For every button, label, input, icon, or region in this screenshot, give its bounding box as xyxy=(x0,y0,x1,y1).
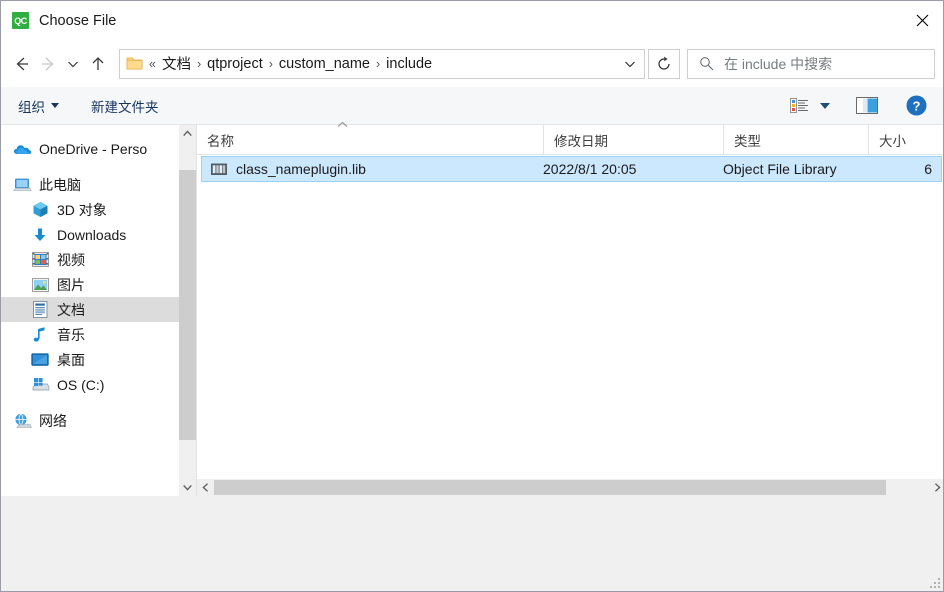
navigation-pane: OneDrive - Perso 此电脑 3D 对象 Downloads 视频 … xyxy=(1,125,179,496)
this-pc-icon xyxy=(12,176,32,194)
window-title: Choose File xyxy=(39,12,117,29)
refresh-icon[interactable] xyxy=(648,48,680,79)
sidebar-item-music[interactable]: 音乐 xyxy=(1,322,179,347)
help-icon[interactable]: ? xyxy=(906,95,927,116)
navigation-bar: « 文档 › qtproject › custom_name › include… xyxy=(1,40,943,87)
column-header-type[interactable]: 类型 xyxy=(724,124,869,155)
local-disk-icon xyxy=(30,376,50,394)
preview-pane-icon[interactable] xyxy=(856,97,878,114)
recent-locations-chevron-icon[interactable] xyxy=(61,49,85,79)
dialog-body: OneDrive - Perso 此电脑 3D 对象 Downloads 视频 … xyxy=(1,121,943,496)
sidebar-item-label: 桌面 xyxy=(57,351,85,368)
breadcrumb-item-qtproject[interactable]: qtproject xyxy=(207,56,263,72)
sidebar-item-label: 文档 xyxy=(57,301,85,318)
library-file-icon xyxy=(211,162,227,176)
sidebar-item-label: 此电脑 xyxy=(39,176,81,193)
desktop-icon xyxy=(30,351,50,369)
address-bar[interactable]: « 文档 › qtproject › custom_name › include xyxy=(119,48,645,79)
organize-label: 组织 xyxy=(18,99,45,115)
breadcrumb-item-include[interactable]: include xyxy=(386,56,432,72)
horizontal-scrollbar-thumb[interactable] xyxy=(214,480,886,495)
file-type-cell: Object File Library xyxy=(723,161,837,177)
sidebar-item-onedrive[interactable]: OneDrive - Perso xyxy=(1,136,179,161)
3d-objects-icon xyxy=(30,201,50,219)
sidebar-item-network[interactable]: 网络 xyxy=(1,408,179,433)
column-headers: 名称 修改日期 类型 大小 xyxy=(197,121,943,155)
sidebar-scrollbar-thumb[interactable] xyxy=(179,170,196,440)
title-bar: QC Choose File xyxy=(1,1,943,40)
file-list-pane: 名称 修改日期 类型 大小 class_nameplugin.lib 2022/… xyxy=(196,121,943,496)
search-icon xyxy=(699,56,714,71)
back-arrow-icon[interactable] xyxy=(9,49,35,79)
sidebar-item-label: 网络 xyxy=(39,412,67,429)
sidebar-item-this-pc[interactable]: 此电脑 xyxy=(1,172,179,197)
sidebar-item-pictures[interactable]: 图片 xyxy=(1,272,179,297)
breadcrumb-separator: › xyxy=(196,56,202,71)
breadcrumb-item-documents[interactable]: 文档 xyxy=(162,53,191,74)
sidebar-item-videos[interactable]: 视频 xyxy=(1,247,179,272)
file-list-horizontal-scrollbar[interactable] xyxy=(197,479,943,496)
table-row[interactable]: class_nameplugin.lib 2022/8/1 20:05 Obje… xyxy=(201,156,942,182)
search-input[interactable]: 在 include 中搜索 xyxy=(687,48,935,79)
sidebar-item-3d-objects[interactable]: 3D 对象 xyxy=(1,197,179,222)
onedrive-cloud-icon xyxy=(12,140,32,158)
breadcrumb-item-custom-name[interactable]: custom_name xyxy=(279,56,370,72)
chevron-down-icon[interactable] xyxy=(616,50,644,78)
documents-icon xyxy=(30,301,50,319)
sidebar-item-label: Downloads xyxy=(57,226,127,243)
search-placeholder: 在 include 中搜索 xyxy=(724,55,833,72)
scroll-down-icon[interactable] xyxy=(179,479,196,496)
sidebar-item-downloads[interactable]: Downloads xyxy=(1,222,179,247)
column-header-date[interactable]: 修改日期 xyxy=(544,124,724,155)
scroll-up-icon[interactable] xyxy=(179,125,196,142)
column-header-name[interactable]: 名称 xyxy=(197,121,544,155)
music-icon xyxy=(30,326,50,344)
sidebar-item-label: 音乐 xyxy=(57,326,85,343)
sidebar-item-documents[interactable]: 文档 xyxy=(1,297,179,322)
svg-text:?: ? xyxy=(913,98,921,113)
sidebar-item-label: 3D 对象 xyxy=(57,201,107,218)
sidebar-item-label: OS (C:) xyxy=(57,376,105,393)
command-bar: 组织 新建文件夹 ? xyxy=(1,87,943,125)
sidebar-item-label: OneDrive - Perso xyxy=(39,140,148,157)
breadcrumb-root[interactable]: « xyxy=(143,57,162,71)
pictures-icon xyxy=(30,276,50,294)
file-name-cell: class_nameplugin.lib xyxy=(236,161,366,177)
network-icon xyxy=(12,412,32,430)
scroll-left-icon[interactable] xyxy=(197,479,214,496)
scroll-right-icon[interactable] xyxy=(929,479,943,496)
view-options-icon[interactable] xyxy=(790,98,809,113)
resize-grip[interactable] xyxy=(930,578,942,590)
breadcrumb-separator: › xyxy=(268,56,273,71)
chevron-down-icon[interactable] xyxy=(820,102,830,109)
app-icon: QC xyxy=(12,12,29,29)
column-header-label: 修改日期 xyxy=(554,133,608,149)
forward-arrow-icon[interactable] xyxy=(35,49,61,79)
choose-file-dialog: QC Choose File « 文档 › qtproject › custom… xyxy=(0,0,944,592)
videos-icon xyxy=(30,251,50,269)
downloads-icon xyxy=(30,226,50,244)
new-folder-label: 新建文件夹 xyxy=(91,99,159,115)
command-bar-right: ? xyxy=(790,87,943,124)
sort-ascending-icon xyxy=(337,120,348,130)
sidebar-scrollbar[interactable] xyxy=(179,125,196,496)
sidebar-item-desktop[interactable]: 桌面 xyxy=(1,347,179,372)
folder-icon xyxy=(126,56,143,71)
new-folder-button[interactable]: 新建文件夹 xyxy=(91,87,159,124)
chevron-down-icon xyxy=(51,103,59,108)
sidebar-item-label: 视频 xyxy=(57,251,85,268)
column-header-size[interactable]: 大小 xyxy=(869,125,943,155)
breadcrumb-separator: › xyxy=(376,56,381,71)
close-icon[interactable] xyxy=(899,1,943,40)
file-size-cell: 6 xyxy=(924,161,932,177)
file-date-cell: 2022/8/1 20:05 xyxy=(543,161,637,177)
sidebar-item-os-c[interactable]: OS (C:) xyxy=(1,372,179,397)
sidebar-item-label: 图片 xyxy=(57,276,85,293)
organize-button[interactable]: 组织 xyxy=(18,87,59,124)
up-arrow-icon[interactable] xyxy=(85,49,111,79)
column-header-label: 大小 xyxy=(879,133,906,149)
dialog-footer: 文件名(N): class_nameplugin.lib Windows (*.… xyxy=(1,496,943,591)
column-header-label: 名称 xyxy=(207,133,234,149)
column-header-label: 类型 xyxy=(734,133,761,149)
